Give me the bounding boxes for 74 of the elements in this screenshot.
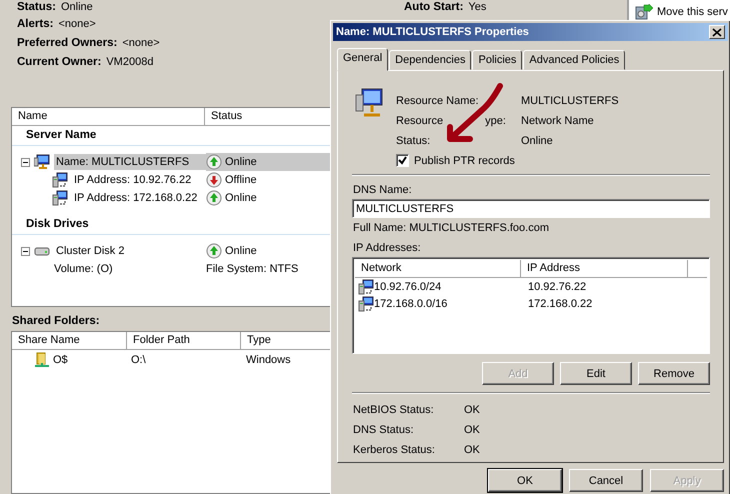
field-label: Resource Name: — [396, 95, 480, 108]
resource-name[interactable]: Cluster Disk 2 — [54, 243, 126, 259]
field-value: Yes — [468, 1, 486, 13]
field-value: OK — [464, 424, 481, 437]
button[interactable]: Edit — [560, 362, 632, 385]
shared-folder-icon — [34, 352, 50, 368]
move-icon — [635, 3, 653, 21]
collapse-icon[interactable] — [21, 246, 30, 256]
column-header[interactable]: IP Address — [521, 260, 688, 277]
tab[interactable]: General — [337, 48, 388, 71]
field-value: MULTICLUSTERFS — [521, 95, 619, 108]
server-icon — [52, 190, 68, 206]
field-label: Current Owner: — [17, 56, 102, 68]
checkbox[interactable] — [396, 154, 409, 167]
field-label: Status: — [17, 1, 56, 13]
collapse-icon[interactable] — [21, 158, 30, 166]
field-label: Preferred Owners: — [17, 36, 118, 48]
button[interactable]: OK — [488, 469, 562, 492]
field-label: Status: — [396, 135, 432, 148]
field-label: Auto Start: — [404, 1, 464, 13]
status-text: File System: NTFS — [206, 263, 298, 275]
resource-name[interactable]: IP Address: 10.92.76.22 — [72, 172, 194, 188]
close-button[interactable] — [709, 25, 725, 39]
tab[interactable]: Advanced Policies — [523, 50, 626, 70]
table-cell: 10.92.76.22 — [528, 280, 586, 292]
server-icon — [52, 172, 68, 188]
tab[interactable]: Policies — [472, 50, 522, 70]
table-cell: 172.168.0.0/16 — [374, 298, 448, 310]
field-label: IP Addresses: — [353, 242, 422, 254]
column-header[interactable]: Network — [355, 260, 521, 277]
resource-name[interactable]: IP Address: 172.168.0.22 — [72, 190, 200, 206]
field-label: DNS Name: — [353, 184, 413, 196]
window-title: Name: MULTICLUSTERFS Properties — [336, 26, 529, 38]
field-label: ype: — [485, 115, 506, 128]
field-value: VM2008d — [106, 56, 154, 68]
section-title: Shared Folders: — [11, 314, 101, 329]
full-name-text: Full Name: MULTICLUSTERFS.foo.com — [353, 222, 550, 234]
checkbox-label: Publish PTR records — [414, 154, 515, 166]
table-cell: 172.168.0.22 — [528, 298, 592, 310]
column-header[interactable]: Share Name — [12, 332, 127, 349]
button[interactable]: Cancel — [569, 469, 643, 492]
status-text: Offline — [225, 174, 257, 186]
check-icon — [398, 156, 407, 165]
resource-name[interactable]: Volume: (O) — [52, 261, 115, 277]
field-value: Network Name — [521, 115, 595, 128]
action-link[interactable]: Move this serv — [657, 6, 728, 18]
field-label: DNS Status: — [353, 424, 415, 437]
button[interactable]: Remove — [638, 362, 710, 385]
table-cell: Windows — [246, 354, 291, 366]
input-field[interactable]: MULTICLUSTERFS — [352, 199, 710, 218]
field-value: OK — [464, 444, 481, 457]
field-label: Kerberos Status: — [353, 444, 436, 457]
table-cell: O:\ — [131, 354, 146, 366]
resource-name[interactable]: Name: MULTICLUSTERFS — [54, 154, 206, 170]
field-value: <none> — [122, 36, 160, 48]
field-value: Online — [521, 135, 554, 148]
server-icon — [358, 278, 374, 294]
field-value: Online — [60, 1, 93, 13]
server-icon — [358, 296, 374, 312]
status-text: Online — [225, 156, 257, 168]
field-value: <none> — [58, 18, 96, 30]
field-value: OK — [464, 404, 481, 417]
column-header[interactable]: Name — [12, 108, 205, 125]
status-text: Online — [225, 245, 257, 257]
table-cell: O$ — [53, 354, 68, 366]
field-label: NetBIOS Status: — [353, 404, 435, 417]
field-label: Resource — [396, 115, 444, 128]
tab[interactable]: Dependencies — [389, 50, 472, 70]
status-text: Online — [225, 192, 257, 204]
column-header[interactable]: Folder Path — [127, 332, 241, 349]
network-computer-icon — [34, 154, 50, 170]
table-cell: 10.92.76.0/24 — [374, 280, 442, 292]
field-label: Alerts: — [17, 18, 54, 30]
close-icon — [712, 28, 722, 36]
